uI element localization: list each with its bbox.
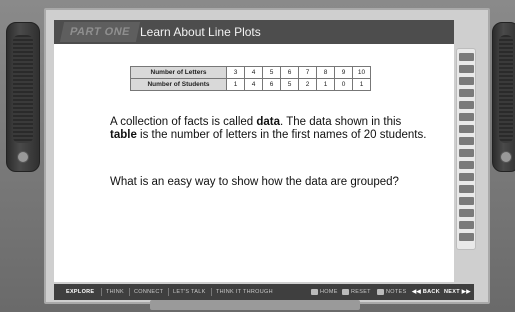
divider [168,288,169,296]
table-cell: 3 [226,66,245,79]
reset-label: RESET [351,289,371,295]
tool-icon[interactable] [459,197,474,205]
tool-icon[interactable] [459,77,474,85]
tab-think[interactable]: THINK [106,284,124,300]
whiteboard-tray [150,300,360,310]
table-cell: 10 [352,66,371,79]
left-speaker [6,22,40,172]
table-cell: 6 [262,78,281,91]
term-data: data [256,116,281,128]
intro-paragraph: A collection of facts is called data. Th… [110,116,428,142]
notes-icon [377,288,384,295]
speaker-grill [499,35,513,143]
table-cell: 8 [316,66,335,79]
tool-icon[interactable] [459,137,474,145]
tool-icon[interactable] [459,173,474,181]
tool-icon[interactable] [459,101,474,109]
divider [129,288,130,296]
table-cell: 0 [334,78,353,91]
back-label: BACK [422,289,440,295]
table-cell: 4 [244,66,263,79]
lesson-content: Number of Letters 3 4 5 6 7 8 9 10 Numbe… [54,44,454,282]
table-cell: 1 [316,78,335,91]
speaker-knob[interactable] [17,151,29,163]
table-cell: 5 [262,66,281,79]
term-table: table [110,129,137,141]
table-cell: 7 [298,66,317,79]
next-label: NEXT [444,289,460,295]
tool-icon[interactable] [459,125,474,133]
speaker-grill [13,35,33,143]
table-cell: 1 [226,78,245,91]
table-cell: 4 [244,78,263,91]
tool-icon[interactable] [459,53,474,61]
table-row: Number of Students 1 4 6 5 2 1 0 1 [130,78,371,91]
part-label: PART ONE [59,22,141,42]
right-speaker [492,22,515,172]
table-cell: 1 [352,78,371,91]
pen-toolbar [456,48,476,250]
reset-button[interactable]: RESET [342,284,371,300]
footer-nav: EXPLORE THINK CONNECT LET'S TALK THINK I… [54,284,474,300]
next-button[interactable]: NEXT ▶▶ [444,284,471,300]
text-run: A collection of facts is called [110,116,257,128]
next-arrow-icon: ▶▶ [459,289,471,295]
divider [101,288,102,296]
tool-icon[interactable] [459,149,474,157]
divider [211,288,212,296]
notes-label: NOTES [386,289,407,295]
home-label: HOME [320,289,338,295]
tool-icon[interactable] [459,161,474,169]
question-text: What is an easy way to show how the data… [110,176,399,188]
lesson-header: PART ONE Learn About Line Plots [54,20,454,44]
notes-button[interactable]: NOTES [377,284,406,300]
tool-icon[interactable] [459,65,474,73]
table-cell: 2 [298,78,317,91]
data-table: Number of Letters 3 4 5 6 7 8 9 10 Numbe… [130,66,371,91]
speaker-knob[interactable] [500,151,512,163]
back-button[interactable]: ◀◀ BACK [412,284,440,300]
lesson-title: Learn About Line Plots [140,25,261,39]
tab-explore[interactable]: EXPLORE [66,284,94,300]
tool-icon[interactable] [459,209,474,217]
table-cell: 6 [280,66,299,79]
tab-lets-talk[interactable]: LET'S TALK [173,284,206,300]
reset-icon [342,288,349,295]
tab-think-it-through[interactable]: THINK IT THROUGH [216,284,273,300]
table-cell: 9 [334,66,353,79]
tool-icon[interactable] [459,113,474,121]
back-arrow-icon: ◀◀ [412,289,423,295]
tool-icon[interactable] [459,233,474,241]
table-row: Number of Letters 3 4 5 6 7 8 9 10 [130,66,371,79]
tool-icon[interactable] [459,221,474,229]
tool-icon[interactable] [459,185,474,193]
home-icon [311,288,318,295]
text-run: . The data shown in this [280,116,402,128]
home-button[interactable]: HOME [311,284,338,300]
table-cell: 5 [280,78,299,91]
tab-connect[interactable]: CONNECT [134,284,163,300]
row-header: Number of Letters [130,66,227,79]
text-run: is the number of letters in the first na… [136,129,427,141]
tool-icon[interactable] [459,89,474,97]
row-header: Number of Students [130,78,227,91]
